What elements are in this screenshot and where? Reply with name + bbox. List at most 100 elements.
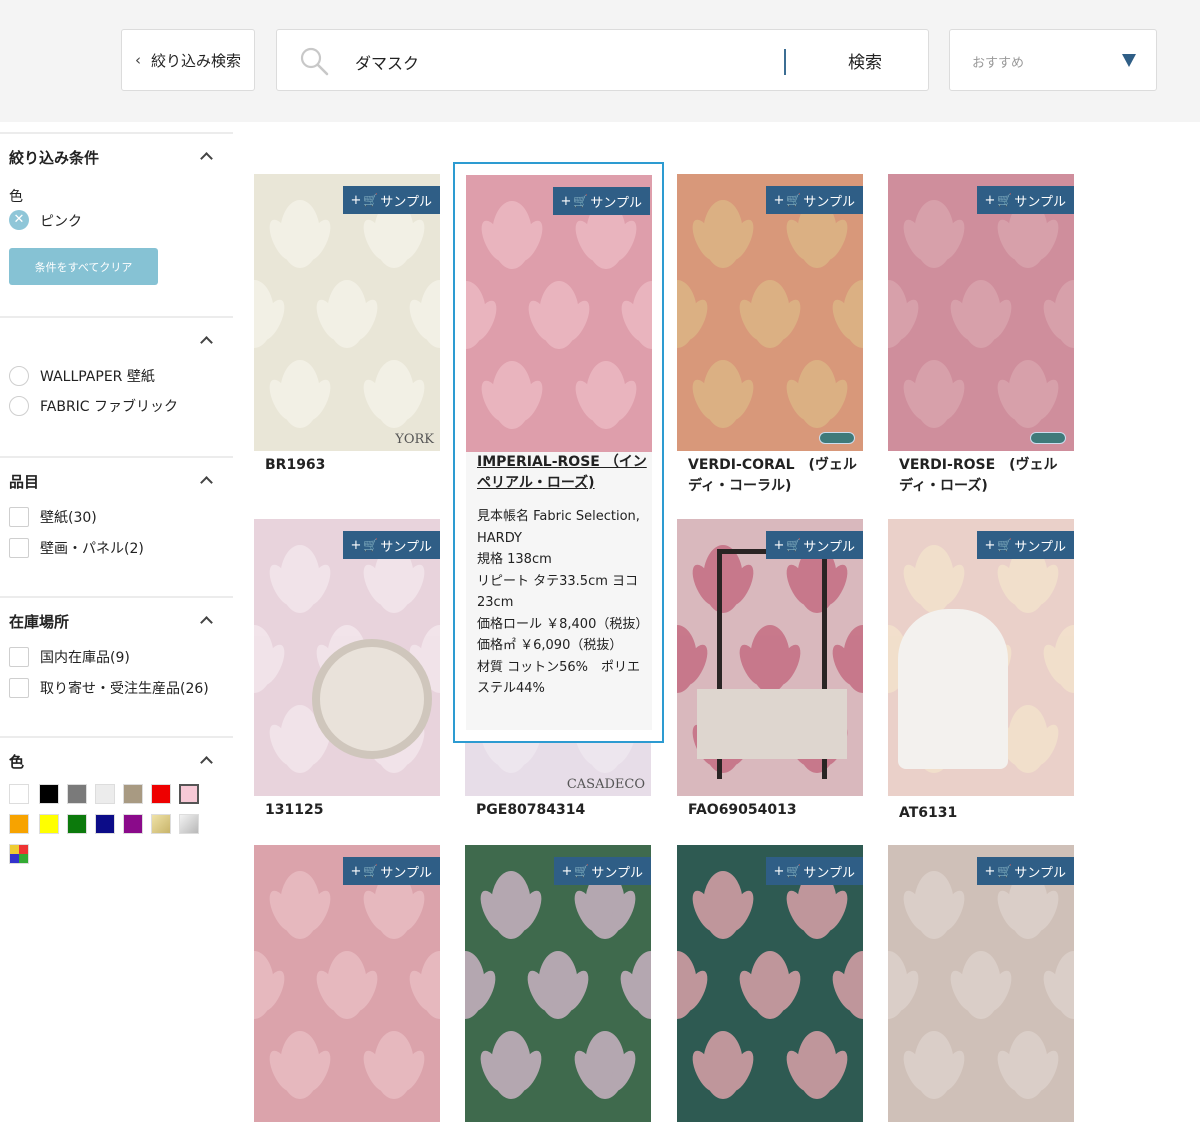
product-hover-card[interactable]: + 🛒 サンプル IMPERIAL-ROSE （インペリアル・ローズ) 見本帳名… — [453, 162, 664, 743]
add-sample-button[interactable]: +🛒サンプル — [976, 186, 1074, 214]
filter-search-button[interactable]: ‹ 絞り込み検索 — [121, 29, 255, 91]
product-card[interactable]: + 🛒 サンプル — [888, 845, 1074, 1126]
product-image[interactable]: + 🛒 サンプル — [888, 174, 1074, 451]
color-swatch[interactable] — [9, 844, 29, 864]
search-input[interactable]: ダマスク — [355, 50, 419, 74]
category-option-wallpaper[interactable]: WALLPAPER 壁紙 — [9, 366, 155, 386]
spec-line: 材質 コットン56% ポリエステル44% — [477, 659, 641, 697]
plus-icon: + — [773, 192, 785, 208]
product-name[interactable]: FAO69054013 — [677, 800, 863, 821]
add-sample-button[interactable]: + 🛒 サンプル — [552, 187, 650, 215]
color-section: 色 — [0, 736, 233, 886]
collapse-caret-icon[interactable] — [200, 614, 214, 628]
checkbox[interactable] — [9, 538, 29, 558]
product-image[interactable]: + 🛒 サンプル — [677, 519, 863, 796]
add-sample-button[interactable]: +🛒サンプル — [342, 531, 440, 559]
search-box: ダマスク 検索 — [276, 29, 929, 91]
add-sample-button[interactable]: +🛒サンプル — [976, 531, 1074, 559]
collapse-caret-icon[interactable] — [200, 150, 214, 164]
product-image[interactable]: + 🛒 サンプル — [254, 519, 440, 796]
sort-select[interactable]: おすすめ — [949, 29, 1157, 91]
add-sample-button[interactable]: +🛒サンプル — [765, 857, 863, 885]
plus-icon: + — [773, 863, 785, 879]
category-option-fabric[interactable]: FABRIC ファブリック — [9, 396, 178, 416]
color-swatch[interactable] — [151, 814, 171, 834]
sample-label: サンプル — [1014, 865, 1066, 881]
item-type-option-panel[interactable]: 壁画・パネル(2) — [9, 538, 144, 558]
color-swatch[interactable] — [123, 784, 143, 804]
product-card[interactable]: + 🛒 サンプル VERDI-CORAL (ヴェルディ・コーラル) — [677, 174, 863, 497]
product-card[interactable]: + 🛒 サンプル AT6131 — [888, 519, 1074, 824]
product-card[interactable]: + 🛒 サンプル — [677, 845, 863, 1126]
product-card[interactable]: + 🛒 サンプル VERDI-ROSE (ヴェルディ・ローズ) — [888, 174, 1074, 497]
product-image[interactable] — [466, 175, 652, 452]
product-name[interactable]: 131125 — [254, 800, 440, 821]
sample-label: サンプル — [803, 865, 855, 881]
color-swatch[interactable] — [95, 814, 115, 834]
add-sample-button[interactable]: +🛒サンプル — [342, 857, 440, 885]
add-sample-button[interactable]: +🛒サンプル — [765, 186, 863, 214]
cart-icon: 🛒 — [997, 864, 1013, 878]
product-card[interactable]: + 🛒 サンプル 131125 — [254, 519, 440, 821]
checkbox[interactable] — [9, 647, 29, 667]
checkbox[interactable] — [9, 678, 29, 698]
checkbox[interactable] — [9, 507, 29, 527]
search-button[interactable]: 検索 — [801, 30, 929, 90]
add-sample-button[interactable]: +🛒サンプル — [342, 186, 440, 214]
search-divider — [784, 49, 786, 75]
plus-icon: + — [984, 192, 996, 208]
filter-search-label: 絞り込み検索 — [150, 51, 241, 70]
product-name[interactable]: VERDI-ROSE (ヴェルディ・ローズ) — [888, 455, 1074, 497]
product-name[interactable]: PGE80784314 — [465, 800, 651, 821]
wallpaper-pattern — [466, 175, 652, 452]
product-image[interactable]: + 🛒 サンプル — [888, 845, 1074, 1122]
brand-logo: YORK — [395, 432, 434, 447]
stock-option-order[interactable]: 取り寄せ・受注生産品(26) — [9, 678, 209, 698]
radio-button[interactable] — [9, 396, 29, 416]
product-name[interactable]: AT6131 — [888, 803, 1074, 824]
add-sample-button[interactable]: +🛒サンプル — [765, 531, 863, 559]
color-swatch[interactable] — [123, 814, 143, 834]
item-type-section: 品目 壁紙(30) 壁画・パネル(2) — [0, 456, 233, 596]
radio-button[interactable] — [9, 366, 29, 386]
product-image[interactable]: + 🛒 サンプル — [888, 519, 1074, 799]
add-sample-button[interactable]: +🛒サンプル — [976, 857, 1074, 885]
product-image[interactable]: YORK + 🛒 サンプル — [254, 174, 440, 451]
product-image[interactable]: + 🛒 サンプル — [254, 845, 440, 1122]
product-name[interactable]: BR1963 — [254, 455, 440, 476]
sample-label: サンプル — [380, 194, 432, 210]
product-image[interactable]: + 🛒 サンプル — [677, 845, 863, 1122]
add-sample-button[interactable]: +🛒サンプル — [553, 857, 651, 885]
product-card[interactable]: YORK + 🛒 サンプル BR1963 — [254, 174, 440, 476]
color-swatch[interactable] — [95, 784, 115, 804]
color-swatch[interactable] — [67, 814, 87, 834]
product-card[interactable]: + 🛒 サンプル — [465, 845, 651, 1126]
clear-all-button[interactable]: 条件をすべてクリア — [9, 248, 158, 285]
collapse-caret-icon[interactable] — [200, 754, 214, 768]
product-image[interactable]: + 🛒 サンプル — [677, 174, 863, 451]
color-swatch[interactable] — [179, 814, 199, 834]
option-label: 取り寄せ・受注生産品(26) — [40, 681, 209, 697]
remove-filter-icon[interactable]: ✕ — [9, 210, 29, 230]
color-swatch-selected[interactable] — [179, 784, 199, 804]
stock-option-domestic[interactable]: 国内在庫品(9) — [9, 647, 130, 667]
product-card[interactable]: + 🛒 サンプル — [254, 845, 440, 1126]
sort-select-value: おすすめ — [972, 56, 1025, 71]
collapse-caret-icon[interactable] — [200, 334, 214, 348]
color-swatch[interactable] — [9, 784, 29, 804]
collapse-caret-icon[interactable] — [200, 474, 214, 488]
dropdown-triangle-icon — [1122, 54, 1136, 67]
item-type-option-wallpaper[interactable]: 壁紙(30) — [9, 507, 97, 527]
color-swatch[interactable] — [151, 784, 171, 804]
color-swatch[interactable] — [67, 784, 87, 804]
color-swatch[interactable] — [39, 784, 59, 804]
color-swatch[interactable] — [39, 814, 59, 834]
option-label: 壁紙(30) — [40, 510, 97, 526]
color-swatch[interactable] — [9, 814, 29, 834]
wallpaper-pattern — [254, 845, 440, 1122]
sample-label: サンプル — [380, 539, 432, 555]
product-card[interactable]: + 🛒 サンプル FAO69054013 — [677, 519, 863, 821]
product-title-link[interactable]: IMPERIAL-ROSE （インペリアル・ローズ) — [477, 452, 647, 494]
product-name[interactable]: VERDI-CORAL (ヴェルディ・コーラル) — [677, 455, 863, 497]
product-image[interactable]: + 🛒 サンプル — [465, 845, 651, 1122]
